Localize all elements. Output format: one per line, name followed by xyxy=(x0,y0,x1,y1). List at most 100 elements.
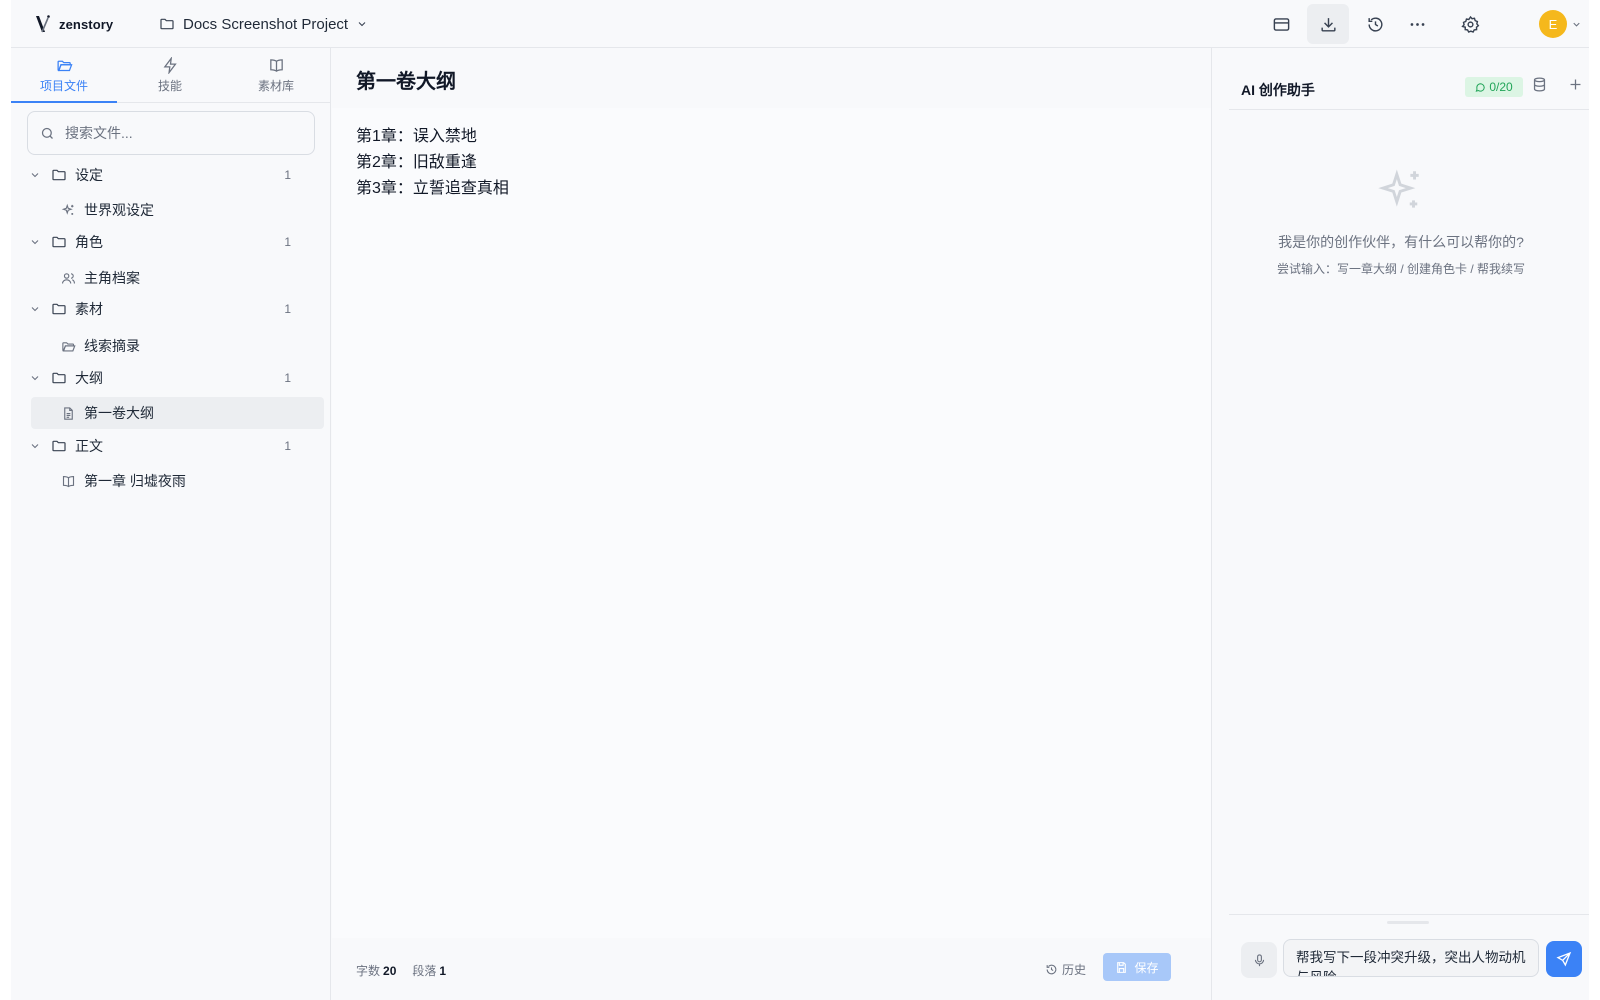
more-button[interactable] xyxy=(1396,4,1438,44)
ai-empty-hint: 尝试输入：写一章大纲 / 创建角色卡 / 帮我续写 xyxy=(1276,262,1525,276)
chat-bubble-icon xyxy=(1475,82,1485,92)
paragraph-count-value: 1 xyxy=(439,963,447,978)
chat-input[interactable]: 帮我写下一段冲突升级，突出人物动机与风险 xyxy=(1283,939,1539,977)
tab-project-files[interactable]: 项目文件 xyxy=(11,48,117,103)
brand-name: zenstory xyxy=(59,16,114,32)
settings-button[interactable] xyxy=(1449,4,1491,44)
new-chat-button[interactable] xyxy=(1567,76,1584,98)
folder-count: 1 xyxy=(284,168,291,182)
save-label: 保存 xyxy=(1134,960,1159,975)
voice-input-button[interactable] xyxy=(1241,942,1277,978)
search-input[interactable] xyxy=(65,125,295,141)
folder-icon xyxy=(160,18,174,30)
logo-icon xyxy=(36,15,50,33)
ai-header: AI 创作助手 0/20 xyxy=(1229,68,1589,110)
app-window: zenstory Docs Screenshot Project E 项目文件 … xyxy=(11,0,1589,1000)
sidebar-tabs: 项目文件 技能 素材库 xyxy=(11,48,331,103)
divider xyxy=(1229,914,1589,915)
file-item-selected[interactable]: 第一卷大纲 xyxy=(31,397,324,429)
document-body[interactable]: 第1章：误入禁地 第2章：旧敌重逢 第3章：立誓追查真相 xyxy=(332,108,1211,938)
document-editor: 第一卷大纲 第1章：误入禁地 第2章：旧敌重逢 第3章：立誓追查真相 字数 20 … xyxy=(332,48,1212,1000)
save-icon xyxy=(1117,961,1127,973)
project-name: Docs Screenshot Project xyxy=(183,15,349,33)
knowledge-base-button[interactable] xyxy=(1531,76,1548,98)
folder-name: 大纲 xyxy=(75,370,103,386)
folder-icon xyxy=(51,167,67,183)
chevron-down-icon xyxy=(358,22,366,27)
tab-skills[interactable]: 技能 xyxy=(117,48,223,102)
tab-material-library[interactable]: 素材库 xyxy=(223,48,329,102)
panel-toggle-button[interactable] xyxy=(1260,4,1302,44)
file-name: 线索摘录 xyxy=(84,338,140,354)
users-icon xyxy=(62,272,75,284)
tab-label: 技能 xyxy=(157,78,182,93)
history-button[interactable] xyxy=(1354,4,1396,44)
history-label: 历史 xyxy=(1062,962,1087,977)
file-name: 主角档案 xyxy=(84,270,140,286)
word-count: 字数 20 xyxy=(356,962,396,979)
folder-icon xyxy=(51,301,67,317)
user-menu[interactable]: E xyxy=(1539,10,1582,38)
document-line[interactable]: 第2章：旧敌重逢 xyxy=(356,150,1187,176)
document-title[interactable]: 第一卷大纲 xyxy=(356,65,456,94)
history-icon xyxy=(1046,964,1057,974)
file-item[interactable]: 主角档案 xyxy=(31,262,324,294)
search-icon xyxy=(41,127,53,139)
settings-icon xyxy=(1460,15,1479,33)
folder-open-icon xyxy=(62,341,76,351)
folder-count: 1 xyxy=(284,235,291,249)
chevron-down-icon xyxy=(1573,22,1580,27)
chevron-down-icon xyxy=(27,169,43,181)
lightning-icon xyxy=(163,56,177,74)
history-button[interactable]: 历史 xyxy=(1045,956,1086,982)
brand-logo[interactable]: zenstory xyxy=(33,12,113,36)
folder-name: 正文 xyxy=(75,438,103,454)
plus-icon xyxy=(1570,79,1581,90)
sparkles-icon xyxy=(61,203,74,215)
folder-row[interactable]: 大纲 1 xyxy=(27,363,317,393)
document-line[interactable]: 第1章：误入禁地 xyxy=(356,124,1187,150)
avatar: E xyxy=(1539,10,1567,38)
download-icon xyxy=(1320,17,1336,32)
chevron-down-icon xyxy=(27,303,43,315)
download-button[interactable] xyxy=(1307,4,1349,44)
folder-open-icon xyxy=(56,60,73,71)
folder-row[interactable]: 素材 1 xyxy=(27,294,317,324)
tab-label: 素材库 xyxy=(257,78,294,93)
file-item[interactable]: 世界观设定 xyxy=(31,194,324,226)
folder-row[interactable]: 正文 1 xyxy=(27,431,317,461)
history-icon xyxy=(1367,17,1383,32)
microphone-icon xyxy=(1254,953,1264,966)
quota-badge: 0/20 xyxy=(1465,77,1523,97)
resize-handle[interactable] xyxy=(1387,921,1429,924)
folder-name: 设定 xyxy=(75,167,103,183)
editor-status-bar: 字数 20 段落 1 历史 保存 xyxy=(332,940,1211,1000)
folder-count: 1 xyxy=(284,302,291,316)
database-icon xyxy=(1533,77,1546,92)
file-item[interactable]: 第一章 归墟夜雨 xyxy=(31,465,324,497)
send-button[interactable] xyxy=(1546,941,1582,977)
folder-row[interactable]: 角色 1 xyxy=(27,227,317,257)
chevron-down-icon xyxy=(27,440,43,452)
sparkles-icon xyxy=(1378,169,1419,208)
file-item[interactable]: 线索摘录 xyxy=(31,330,324,362)
tab-label: 项目文件 xyxy=(39,78,88,93)
folder-row[interactable]: 设定 1 xyxy=(27,160,317,190)
send-icon xyxy=(1556,951,1572,967)
ai-empty-state: 我是你的创作伙伴，有什么可以帮你的? 尝试输入：写一章大纲 / 创建角色卡 / … xyxy=(1213,166,1589,277)
document-line[interactable]: 第3章：立誓追查真相 xyxy=(356,176,1187,202)
project-selector[interactable]: Docs Screenshot Project xyxy=(159,12,368,36)
file-name: 第一卷大纲 xyxy=(84,405,154,421)
file-search xyxy=(27,111,315,155)
chevron-down-icon xyxy=(27,372,43,384)
file-sidebar: 项目文件 技能 素材库 设定 1 xyxy=(11,48,331,1000)
folder-count: 1 xyxy=(284,439,291,453)
book-icon xyxy=(269,58,283,72)
save-button[interactable]: 保存 xyxy=(1103,953,1171,981)
folder-icon xyxy=(51,234,67,250)
folder-name: 素材 xyxy=(75,301,103,317)
chevron-down-icon xyxy=(27,236,43,248)
ai-empty-message: 我是你的创作伙伴，有什么可以帮你的? xyxy=(1278,234,1524,250)
document-icon xyxy=(64,406,73,420)
file-name: 世界观设定 xyxy=(84,202,154,218)
